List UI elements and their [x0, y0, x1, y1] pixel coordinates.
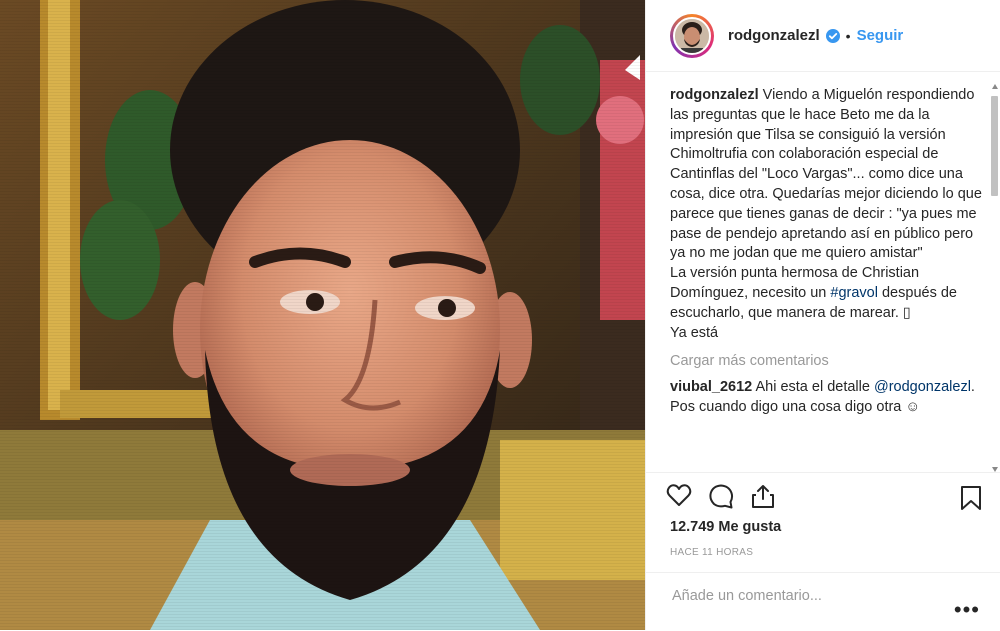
load-more-comments-link[interactable]: Cargar más comentarios [670, 353, 982, 369]
comment-username[interactable]: viubal_2612 [670, 379, 752, 395]
caption: rodgonzalezl Viendo a Miguelón respondie… [670, 86, 982, 343]
comment-text: Ahi esta el detalle [752, 379, 874, 396]
comment-item: viubal_2612 Ahi esta el detalle @rodgonz… [670, 378, 982, 418]
post-header: rodgonzalezl • Seguir [646, 0, 1000, 72]
follow-button[interactable]: Seguir [857, 27, 904, 44]
post-timestamp[interactable]: HACE 11 HORAS [670, 547, 753, 558]
comments-list[interactable]: rodgonzalezl Viendo a Miguelón respondie… [670, 86, 982, 472]
heart-icon[interactable] [666, 483, 692, 507]
header-username[interactable]: rodgonzalezl [728, 27, 820, 44]
separator-dot: • [845, 27, 851, 44]
scrollbar-thumb[interactable] [991, 96, 998, 196]
likes-count[interactable]: 12.749 Me gusta [670, 519, 781, 535]
comment-bubble-icon[interactable] [708, 483, 734, 509]
scroll-up-arrow-icon[interactable] [992, 84, 998, 89]
caption-text: Viendo a Miguelón respondiendo las pregu… [670, 87, 982, 301]
action-bar [646, 472, 1000, 517]
post-side-panel: rodgonzalezl • Seguir rodgonzalezl Viend… [645, 0, 1000, 630]
avatar-image [673, 16, 711, 55]
share-icon[interactable] [750, 483, 776, 509]
caption-hashtag[interactable]: #gravol [830, 285, 878, 301]
post-photo-image [0, 0, 645, 630]
comment-mention[interactable]: @rodgonzalezl [874, 379, 971, 395]
instagram-post: rodgonzalezl • Seguir rodgonzalezl Viend… [0, 0, 1000, 630]
verified-badge-icon [825, 28, 840, 43]
comments-scrollbar[interactable] [990, 84, 1000, 472]
more-options-icon[interactable]: ••• [954, 599, 980, 621]
avatar[interactable] [670, 13, 714, 58]
post-photo[interactable] [0, 0, 645, 630]
bookmark-icon[interactable] [960, 485, 982, 511]
caption-username[interactable]: rodgonzalezl [670, 87, 759, 103]
add-comment-bar: ••• [646, 572, 1000, 631]
add-comment-input[interactable] [670, 587, 944, 605]
